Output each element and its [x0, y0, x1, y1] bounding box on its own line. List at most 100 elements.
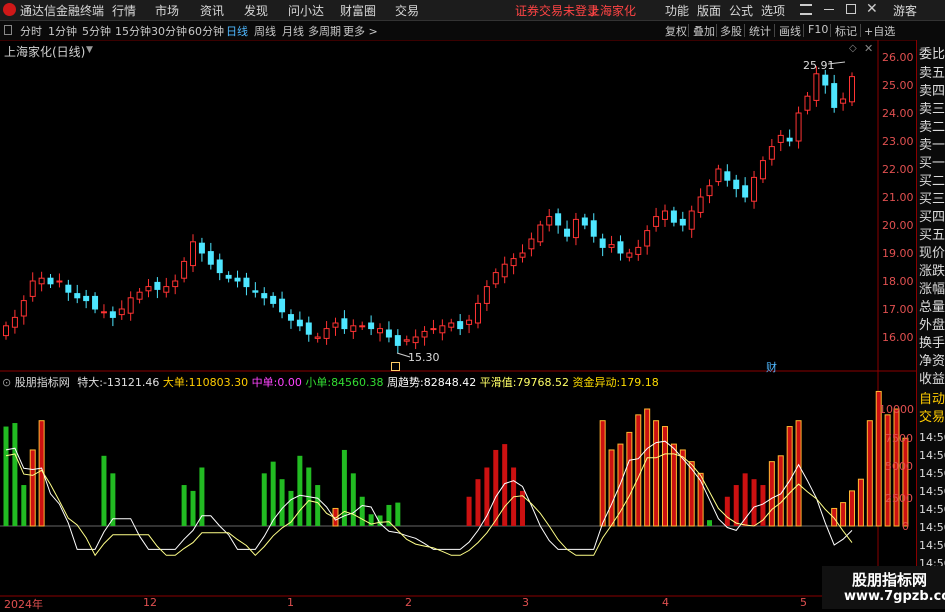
menu-shichang[interactable]: 市场	[155, 2, 179, 19]
ind-value-xiaodan: 84560.38	[331, 376, 384, 389]
candle-body	[759, 160, 766, 180]
tool-duogu[interactable]: 多股	[720, 23, 742, 39]
menu-xuanxiang[interactable]: 选项	[761, 2, 785, 19]
mode-trade[interactable]: 交易	[919, 410, 945, 426]
time-tick-6: 14:50	[919, 521, 945, 534]
quote-buy2[interactable]: 买二	[919, 174, 945, 190]
low-price-label: 15.30	[408, 351, 440, 364]
ind-label-xiaodan: 小单:	[305, 376, 332, 389]
menu-caifuquan[interactable]: 财富圈	[340, 2, 376, 19]
maximize-icon[interactable]	[846, 4, 856, 14]
candle-body	[207, 251, 214, 265]
period-weekly[interactable]: 周线	[254, 23, 276, 39]
candle-body	[795, 112, 802, 142]
candle-body	[92, 295, 99, 310]
quote-change[interactable]: 涨跌	[919, 264, 945, 280]
quote-outer[interactable]: 外盘	[919, 318, 945, 334]
indicator-bar-red	[475, 479, 481, 526]
indicator-bar-yellow	[626, 431, 633, 527]
indicator-bar-green	[270, 461, 276, 526]
quote-sell1[interactable]: 卖一	[919, 138, 945, 154]
candle-body	[136, 291, 143, 300]
candle-body	[296, 319, 303, 327]
ind-tick-2500: 2500	[885, 492, 913, 505]
tool-huaxian[interactable]: 画线	[779, 23, 801, 39]
trade-login-notice[interactable]: 证券交易未登录	[515, 2, 599, 19]
chart-collapse-icon[interactable]: ▼	[86, 45, 93, 55]
minimize-icon[interactable]	[824, 9, 834, 10]
period-5min[interactable]: 5分钟	[82, 23, 111, 39]
tool-fuquan[interactable]: 复权	[665, 23, 687, 39]
menu-icon[interactable]	[800, 4, 812, 15]
tool-f10[interactable]: F10	[808, 23, 828, 36]
yaxis-tick-20: 20.00	[882, 219, 914, 232]
app-title: 通达信金融终端	[20, 4, 105, 18]
menu-faxian[interactable]: 发现	[244, 2, 268, 19]
quote-side-panel: 委比 卖五 卖四 卖三 卖二 卖一 买一 买二 买三 买四 买五 现价 涨跌 涨…	[916, 40, 945, 609]
candle-body	[394, 335, 401, 346]
tool-add-watchlist[interactable]: +自选	[864, 23, 895, 39]
guest-label[interactable]: 游客	[893, 2, 917, 19]
menu-banmian[interactable]: 版面	[697, 2, 721, 19]
chart-diamond-icon[interactable]: ◇	[849, 43, 857, 54]
tool-diejia[interactable]: 叠加	[693, 23, 715, 39]
candle-body	[670, 210, 677, 223]
indicator-bar-green	[261, 473, 267, 526]
menu-wenxiaoda[interactable]: 问小达	[288, 2, 324, 19]
period-30min[interactable]: 30分钟	[151, 23, 187, 39]
period-multi[interactable]: 多周期	[308, 23, 341, 39]
quote-sell5[interactable]: 卖五	[919, 66, 945, 82]
menu-gongneng[interactable]: 功能	[665, 2, 689, 19]
quote-sell3[interactable]: 卖三	[919, 102, 945, 118]
sidebar-toggle-icon[interactable]	[4, 25, 12, 35]
period-15min[interactable]: 15分钟	[115, 23, 151, 39]
indicator-bar-yellow	[831, 507, 838, 527]
quote-change-pct[interactable]: 涨幅	[919, 282, 945, 298]
quote-buy1[interactable]: 买一	[919, 156, 945, 172]
quote-turnover[interactable]: 换手	[919, 336, 945, 352]
indicator-bar-yellow	[849, 490, 855, 527]
period-more[interactable]: 更多 >	[343, 23, 378, 39]
menu-zixun[interactable]: 资讯	[200, 2, 224, 19]
indicator-bar-yellow	[29, 449, 36, 527]
indicator-name[interactable]: 股朋指标网	[15, 376, 70, 389]
quote-volume[interactable]: 总量	[919, 300, 945, 316]
indicator-bar-red	[751, 479, 757, 526]
candle-body	[599, 238, 606, 248]
quote-buy5[interactable]: 买五	[919, 228, 945, 244]
ind-value-zhouqushi: 82848.42	[423, 376, 477, 389]
period-60min[interactable]: 60分钟	[188, 23, 224, 39]
quote-price[interactable]: 现价	[919, 246, 945, 262]
finance-event-marker[interactable]: 财	[766, 359, 777, 375]
candle-body	[38, 277, 45, 285]
menu-hangqing[interactable]: 行情	[112, 2, 136, 19]
ind-label-yidong: 资金异动:	[572, 376, 621, 389]
indicator-settings-icon[interactable]: ⊙	[2, 376, 11, 389]
indicator-bar-red	[733, 485, 739, 526]
tool-tongji[interactable]: 统计	[749, 23, 771, 39]
candle-body	[252, 290, 259, 293]
period-1min[interactable]: 1分钟	[48, 23, 77, 39]
quote-earnings[interactable]: 收益	[919, 372, 945, 388]
quote-sell2[interactable]: 卖二	[919, 120, 945, 136]
close-icon[interactable]: ✕	[866, 1, 878, 17]
quote-net-asset[interactable]: 净资	[919, 354, 945, 370]
indicator-bar-yellow	[599, 420, 606, 527]
kline-chart-area[interactable]	[0, 40, 916, 609]
candle-body	[813, 73, 820, 101]
quote-buy4[interactable]: 买四	[919, 210, 945, 226]
period-fenshi[interactable]: 分时	[20, 23, 42, 39]
chart-close-icon[interactable]: ✕	[864, 42, 873, 55]
quote-buy3[interactable]: 买三	[919, 192, 945, 208]
tool-biaoji[interactable]: 标记	[835, 23, 857, 39]
quote-sell4[interactable]: 卖四	[919, 84, 945, 100]
menu-gongshi[interactable]: 公式	[729, 2, 753, 19]
quote-weibi[interactable]: 委比	[919, 47, 945, 63]
ind-tick-0: 0	[902, 520, 909, 533]
candle-body	[635, 246, 642, 255]
menu-jiaoyi[interactable]: 交易	[395, 2, 419, 19]
period-monthly[interactable]: 月线	[282, 23, 304, 39]
period-daily[interactable]: 日线	[226, 23, 248, 39]
low-marker-icon[interactable]	[391, 362, 400, 371]
mode-auto[interactable]: 自动	[919, 392, 945, 408]
